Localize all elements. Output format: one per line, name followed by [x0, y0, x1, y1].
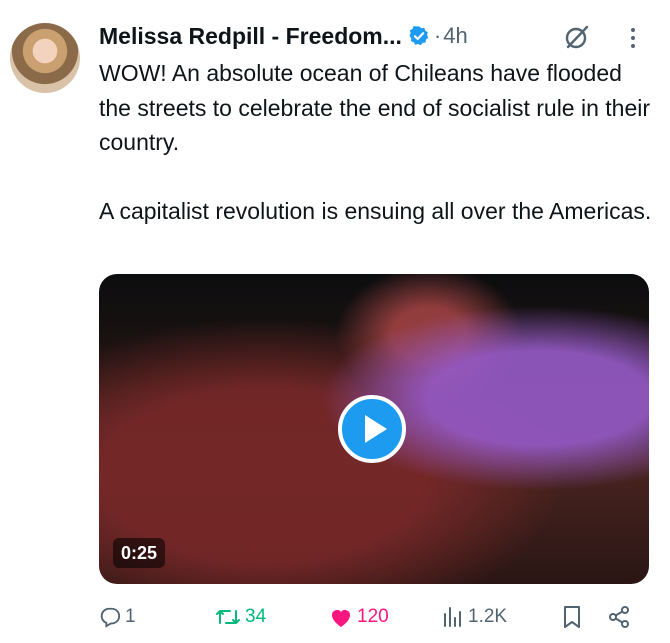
reply-icon	[100, 607, 121, 628]
repost-icon	[216, 610, 240, 624]
video-player[interactable]: 0:25	[99, 274, 649, 584]
grok-icon[interactable]	[562, 22, 592, 52]
separator-dot: ·	[433, 23, 442, 48]
view-count: 1.2K	[468, 606, 508, 627]
play-button[interactable]	[338, 395, 406, 463]
tweet-paragraph: WOW! An absolute ocean of Chileans have …	[99, 60, 651, 155]
repost-count: 34	[245, 606, 267, 627]
verified-badge-icon	[409, 26, 429, 46]
author-name[interactable]: Melissa Redpill - Freedom...	[99, 23, 402, 50]
reply-button[interactable]: 1	[99, 600, 136, 634]
repost-button[interactable]: 34	[215, 600, 266, 634]
more-options-icon[interactable]	[625, 24, 641, 52]
heart-icon	[332, 610, 350, 627]
video-duration: 0:25	[113, 538, 166, 568]
tweet-paragraph: A capitalist revolution is ensuing all o…	[99, 197, 652, 224]
play-icon	[365, 415, 387, 443]
tweet-text: WOW! An absolute ocean of Chileans have …	[99, 56, 659, 228]
bookmark-icon	[564, 606, 580, 628]
tweet: Melissa Redpill - Freedom... · 4h WOW! A…	[0, 0, 670, 643]
analytics-icon	[444, 607, 461, 627]
action-bar: 1 34 120 1.2K	[99, 600, 659, 634]
views-button[interactable]: 1.2K	[442, 600, 507, 634]
share-icon	[609, 606, 629, 628]
bookmark-button[interactable]	[562, 600, 582, 634]
avatar[interactable]	[10, 23, 80, 93]
like-button[interactable]: 120	[329, 600, 389, 634]
like-count: 120	[357, 606, 389, 627]
post-time[interactable]: 4h	[443, 23, 467, 49]
share-button[interactable]	[607, 600, 631, 634]
reply-count: 1	[125, 606, 136, 627]
tweet-header: Melissa Redpill - Freedom... · 4h	[99, 20, 468, 52]
